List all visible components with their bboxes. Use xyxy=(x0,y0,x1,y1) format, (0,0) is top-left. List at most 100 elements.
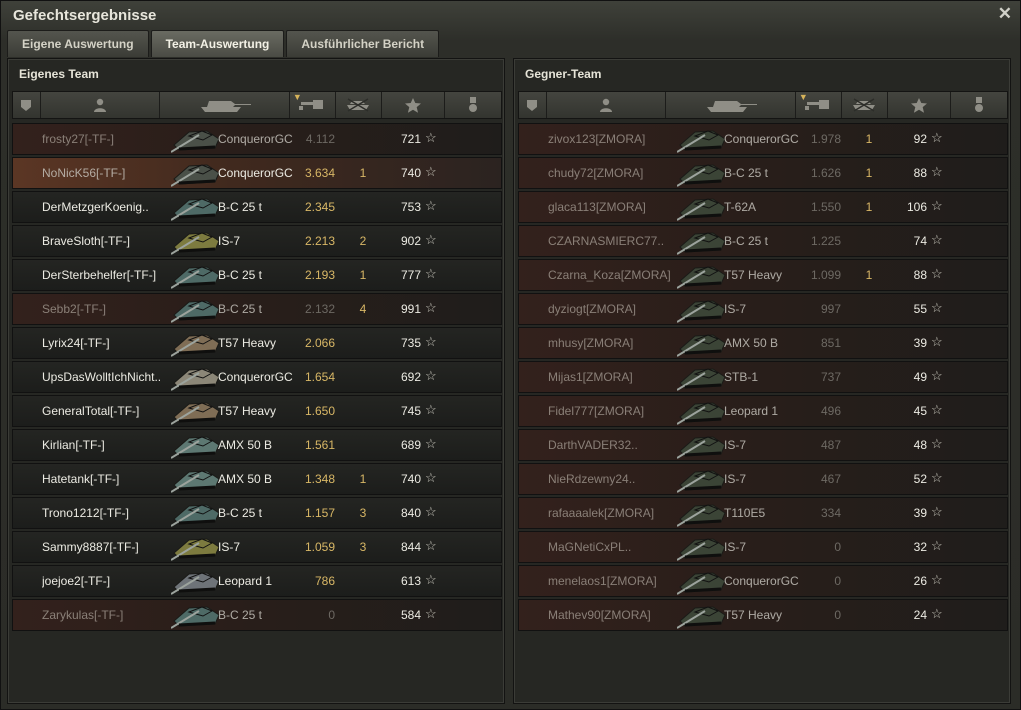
damage-gun-icon[interactable]: ▼ xyxy=(290,92,336,118)
own-team-header: ▼ xyxy=(12,91,502,119)
xp-value: 777 xyxy=(400,268,421,282)
window-title: Gefechtsergebnisse xyxy=(13,7,157,24)
player-row[interactable]: Hatetank[-TF-] AMX 50 B 1.348 1 740 ☆ xyxy=(12,463,502,495)
kills-value: 3 xyxy=(359,540,367,554)
player-row[interactable]: DarthVADER32.. IS-7 487 48 ☆ xyxy=(518,429,1008,461)
player-name: Czarna_Koza[ZMORA] xyxy=(548,268,671,282)
player-row[interactable]: glaca113[ZMORA] T-62A 1.550 1 106 ☆ xyxy=(518,191,1008,223)
star-icon: ☆ xyxy=(931,606,943,621)
player-name: Lyrix24[-TF-] xyxy=(42,336,110,350)
player-name: frosty27[-TF-] xyxy=(42,132,115,146)
player-row[interactable]: CZARNASMIERC77.. B-C 25 t 1.225 74 ☆ xyxy=(518,225,1008,257)
player-row[interactable]: MaGNetiCxPL.. IS-7 0 32 ☆ xyxy=(518,531,1008,563)
star-icon: ☆ xyxy=(425,436,437,451)
player-name: Trono1212[-TF-] xyxy=(42,506,129,520)
tab-team-evaluation[interactable]: Team-Auswertung xyxy=(150,30,285,57)
damage-value: 997 xyxy=(820,302,841,316)
star-icon: ☆ xyxy=(931,334,943,349)
kills-value: 1 xyxy=(359,268,367,282)
star-icon: ☆ xyxy=(425,504,437,519)
player-name: joejoe2[-TF-] xyxy=(42,574,111,588)
xp-star-icon[interactable] xyxy=(888,92,952,118)
xp-value: 740 xyxy=(400,472,421,486)
player-name: Sammy8887[-TF-] xyxy=(42,540,139,554)
tab-detailed-report[interactable]: Ausführlicher Bericht xyxy=(286,30,440,57)
player-icon[interactable] xyxy=(41,92,161,118)
xp-value: 24 xyxy=(913,608,927,622)
player-row[interactable]: DerMetzgerKoenig.. B-C 25 t 2.345 753 ☆ xyxy=(12,191,502,223)
player-row[interactable]: Sammy8887[-TF-] IS-7 1.059 3 844 ☆ xyxy=(12,531,502,563)
damage-value: 2.066 xyxy=(304,336,335,350)
player-row[interactable]: GeneralTotal[-TF-] T57 Heavy 1.650 745 ☆ xyxy=(12,395,502,427)
close-icon[interactable]: ✕ xyxy=(998,4,1012,24)
player-row[interactable]: Zarykulas[-TF-] B-C 25 t 0 584 ☆ xyxy=(12,599,502,631)
player-row[interactable]: zivox123[ZMORA] ConquerorGC 1.978 1 92 ☆ xyxy=(518,123,1008,155)
player-row[interactable]: joejoe2[-TF-] Leopard 1 786 613 ☆ xyxy=(12,565,502,597)
player-row[interactable]: Trono1212[-TF-] B-C 25 t 1.157 3 840 ☆ xyxy=(12,497,502,529)
enemy-team-title: Gegner-Team xyxy=(525,67,602,81)
kills-value: 1 xyxy=(865,200,873,214)
player-name: chudy72[ZMORA] xyxy=(548,166,644,180)
own-team-rows: frosty27[-TF-] ConquerorGC 4.112 721 ☆ NoNicK… xyxy=(12,123,502,633)
rank-shield-icon[interactable] xyxy=(13,92,41,118)
kills-value: 1 xyxy=(865,268,873,282)
xp-value: 106 xyxy=(906,200,927,214)
player-row[interactable]: DerSterbehelfer[-TF-] B-C 25 t 2.193 1 777 ☆ xyxy=(12,259,502,291)
star-icon: ☆ xyxy=(425,300,437,315)
player-row[interactable]: frosty27[-TF-] ConquerorGC 4.112 721 ☆ xyxy=(12,123,502,155)
star-icon: ☆ xyxy=(425,164,437,179)
destroyed-tank-icon[interactable] xyxy=(842,92,888,118)
damage-gun-icon[interactable]: ▼ xyxy=(796,92,842,118)
star-icon: ☆ xyxy=(425,368,437,383)
player-row[interactable]: Mathev90[ZMORA] T57 Heavy 0 24 ☆ xyxy=(518,599,1008,631)
star-icon: ☆ xyxy=(931,572,943,587)
tab-own-evaluation[interactable]: Eigene Auswertung xyxy=(7,30,149,57)
xp-value: 689 xyxy=(400,438,421,452)
player-row[interactable]: Czarna_Koza[ZMORA] T57 Heavy 1.099 1 88 ☆ xyxy=(518,259,1008,291)
own-team-title: Eigenes Team xyxy=(19,67,99,81)
rank-shield-icon[interactable] xyxy=(519,92,547,118)
player-icon[interactable] xyxy=(547,92,667,118)
player-row[interactable]: dyziogt[ZMORA] IS-7 997 55 ☆ xyxy=(518,293,1008,325)
xp-value: 92 xyxy=(913,132,927,146)
damage-value: 1.157 xyxy=(304,506,335,520)
tank-icon[interactable] xyxy=(160,92,290,118)
star-icon: ☆ xyxy=(931,368,943,383)
xp-star-icon[interactable] xyxy=(382,92,446,118)
xp-value: 52 xyxy=(913,472,927,486)
xp-value: 613 xyxy=(400,574,421,588)
player-row[interactable]: chudy72[ZMORA] B-C 25 t 1.626 1 88 ☆ xyxy=(518,157,1008,189)
player-row[interactable]: NieRdzewny24.. IS-7 467 52 ☆ xyxy=(518,463,1008,495)
player-name: rafaaaalek[ZMORA] xyxy=(548,506,655,520)
xp-value: 45 xyxy=(913,404,927,418)
star-icon: ☆ xyxy=(931,164,943,179)
kills-value: 4 xyxy=(359,302,367,316)
player-row[interactable]: UpsDasWolltIchNicht.. ConquerorGC 1.654 692… xyxy=(12,361,502,393)
player-row[interactable]: Mijas1[ZMORA] STB-1 737 49 ☆ xyxy=(518,361,1008,393)
tank-icon[interactable] xyxy=(666,92,796,118)
player-row[interactable]: menelaos1[ZMORA] ConquerorGC 0 26 ☆ xyxy=(518,565,1008,597)
medal-icon[interactable] xyxy=(951,92,1007,118)
destroyed-tank-icon[interactable] xyxy=(336,92,382,118)
player-row[interactable]: mhusy[ZMORA] AMX 50 B 851 39 ☆ xyxy=(518,327,1008,359)
kills-value: 1 xyxy=(359,166,367,180)
player-name: mhusy[ZMORA] xyxy=(548,336,634,350)
star-icon: ☆ xyxy=(425,130,437,145)
xp-value: 55 xyxy=(913,302,927,316)
player-row[interactable]: Fidel777[ZMORA] Leopard 1 496 45 ☆ xyxy=(518,395,1008,427)
player-row[interactable]: Kirlian[-TF-] AMX 50 B 1.561 689 ☆ xyxy=(12,429,502,461)
player-name: Mijas1[ZMORA] xyxy=(548,370,633,384)
player-row[interactable]: rafaaaalek[ZMORA] T110E5 334 39 ☆ xyxy=(518,497,1008,529)
player-row[interactable]: Sebb2[-TF-] B-C 25 t 2.132 4 991 ☆ xyxy=(12,293,502,325)
xp-value: 844 xyxy=(400,540,421,554)
damage-value: 2.193 xyxy=(304,268,335,282)
xp-value: 48 xyxy=(913,438,927,452)
player-name: DerMetzgerKoenig.. xyxy=(42,200,149,214)
damage-value: 1.348 xyxy=(304,472,335,486)
damage-value: 487 xyxy=(820,438,841,452)
player-row[interactable]: Lyrix24[-TF-] T57 Heavy 2.066 735 ☆ xyxy=(12,327,502,359)
medal-icon[interactable] xyxy=(445,92,501,118)
xp-value: 88 xyxy=(913,166,927,180)
player-row[interactable]: BraveSloth[-TF-] IS-7 2.213 2 902 ☆ xyxy=(12,225,502,257)
player-row[interactable]: NoNicK56[-TF-] ConquerorGC 3.634 1 740 ☆ xyxy=(12,157,502,189)
